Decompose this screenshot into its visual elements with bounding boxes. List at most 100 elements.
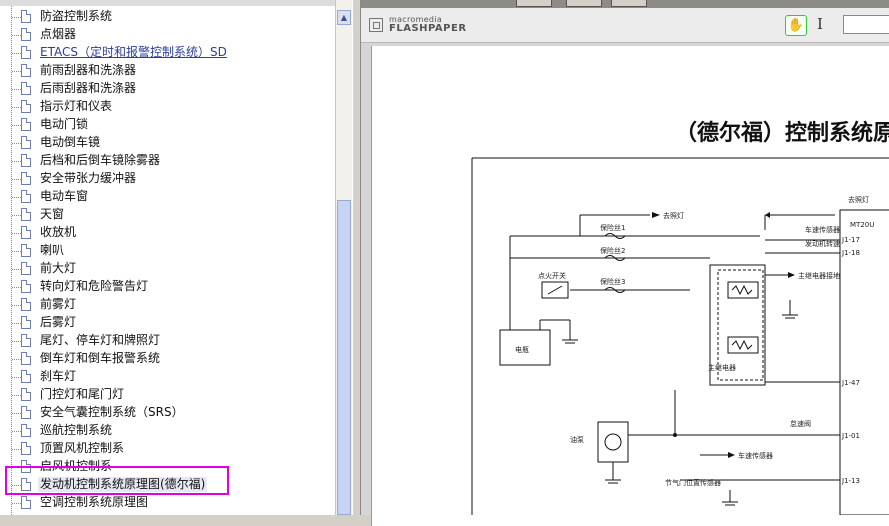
tree-item[interactable]: 尾灯、停车灯和牌照灯	[0, 332, 335, 350]
speed-out-label: 车速传感器	[738, 451, 773, 460]
fuse2-label: 保险丝2	[600, 246, 625, 255]
flashpaper-logo-icon	[369, 18, 383, 32]
tree-item[interactable]: 喇叭	[0, 242, 335, 260]
document-icon	[21, 172, 31, 185]
sensor-label: 节气门位置传感器	[665, 478, 721, 487]
document-icon	[21, 10, 31, 23]
tree-item-label[interactable]: 防盗控制系统	[40, 9, 112, 24]
tree-connector	[12, 107, 21, 108]
tree-item-label[interactable]: 门控灯和尾门灯	[40, 387, 124, 402]
document-icon	[21, 100, 31, 113]
top-button-1[interactable]	[516, 0, 552, 7]
tree-connector	[12, 449, 21, 450]
tree-item-label[interactable]: 前大灯	[40, 261, 76, 276]
tree-item[interactable]: 点烟器	[0, 26, 335, 44]
tree-item[interactable]: 倒车灯和倒车报警系统	[0, 350, 335, 368]
scrollbar-thumb[interactable]	[337, 200, 351, 515]
tree-item[interactable]: 电动车窗	[0, 188, 335, 206]
top-right-label: 去照灯	[848, 195, 869, 204]
search-input[interactable]	[843, 15, 889, 34]
tree-connector	[12, 287, 21, 288]
top-button-3[interactable]	[611, 0, 647, 7]
tree-item-label[interactable]: 倒车灯和倒车报警系统	[40, 351, 160, 366]
tree-item-label[interactable]: 天窗	[40, 207, 64, 222]
tree-item[interactable]: 顶置风机控制系	[0, 440, 335, 458]
document-icon	[21, 370, 31, 383]
tree-item-label[interactable]: 后档和后倒车镜除雾器	[40, 153, 160, 168]
fuse1-label: 保险丝1	[600, 223, 625, 232]
tree-connector	[12, 341, 21, 342]
ignition-label: 点火开关	[538, 271, 566, 280]
document-icon	[21, 316, 31, 329]
tree-item-label[interactable]: 巡航控制系统	[40, 423, 112, 438]
tree-connector	[12, 125, 21, 126]
fuel-pump-label: 油泵	[570, 435, 584, 444]
fuse3-label: 保险丝3	[600, 277, 625, 286]
tree-item-label[interactable]: 安全气囊控制系统（SRS）	[40, 405, 184, 420]
tree-item[interactable]: 巡航控制系统	[0, 422, 335, 440]
tree-item[interactable]: 转向灯和危险警告灯	[0, 278, 335, 296]
tree-item-label[interactable]: 空调控制系统原理图	[40, 495, 148, 510]
tree-item-label[interactable]: 电动车窗	[40, 189, 88, 204]
window-top-strip	[361, 0, 889, 8]
document-icon	[21, 64, 31, 77]
tree-item-label[interactable]: 指示灯和仪表	[40, 99, 112, 114]
tree-scrollbar[interactable]: ▲	[335, 0, 352, 515]
tree-item[interactable]: 门控灯和尾门灯	[0, 386, 335, 404]
tree-item-label[interactable]: 尾灯、停车灯和牌照灯	[40, 333, 160, 348]
pane-splitter[interactable]	[352, 0, 361, 515]
tree-item[interactable]: 后雾灯	[0, 314, 335, 332]
document-icon	[21, 298, 31, 311]
tree-item[interactable]: 安全带张力缓冲器	[0, 170, 335, 188]
document-icon	[21, 262, 31, 275]
tree-item-label[interactable]: 喇叭	[40, 243, 64, 258]
tree-item[interactable]: 电动倒车镜	[0, 134, 335, 152]
document-icon	[21, 82, 31, 95]
tree-item[interactable]: 前雨刮器和洗涤器	[0, 62, 335, 80]
selection-highlight-box	[5, 466, 229, 495]
tree-item[interactable]: 前大灯	[0, 260, 335, 278]
top-button-2[interactable]	[566, 0, 602, 7]
tree-item-label[interactable]: 安全带张力缓冲器	[40, 171, 136, 186]
tree-item-label[interactable]: 点烟器	[40, 27, 76, 42]
tree-item-label[interactable]: 电动倒车镜	[40, 135, 100, 150]
tree-connector	[12, 215, 21, 216]
tree-connector	[12, 53, 21, 54]
tree-item-label[interactable]: 顶置风机控制系	[40, 441, 124, 456]
viewer-toolbar: macromedia FLASHPAPER ✋ I	[361, 8, 889, 43]
tree-item-label[interactable]: 前雨刮器和洗涤器	[40, 63, 136, 78]
tree-item[interactable]: 指示灯和仪表	[0, 98, 335, 116]
document-icon	[21, 244, 31, 257]
tree-item-label[interactable]: 刹车灯	[40, 369, 76, 384]
tree-item[interactable]: 电动门锁	[0, 116, 335, 134]
tree-top-strip	[0, 0, 335, 6]
tree-item-label[interactable]: 后雾灯	[40, 315, 76, 330]
document-icon	[21, 118, 31, 131]
scroll-up-arrow-icon[interactable]: ▲	[337, 10, 351, 25]
tree-item-label[interactable]: 电动门锁	[40, 117, 88, 132]
tree-item-label[interactable]: 收放机	[40, 225, 76, 240]
tree-item[interactable]: 刹车灯	[0, 368, 335, 386]
tree-item[interactable]: 后雨刮器和洗涤器	[0, 80, 335, 98]
hand-icon[interactable]: ✋	[785, 15, 807, 36]
tree-item[interactable]: 空调控制系统原理图	[0, 494, 335, 512]
tree-connector	[12, 71, 21, 72]
text-select-icon[interactable]: I	[817, 15, 823, 33]
tree-item-label[interactable]: 后雨刮器和洗涤器	[40, 81, 136, 96]
tree-item[interactable]: 后档和后倒车镜除雾器	[0, 152, 335, 170]
document-icon	[21, 28, 31, 41]
tree-item[interactable]: 防盗控制系统	[0, 8, 335, 26]
tree-item[interactable]: 收放机	[0, 224, 335, 242]
tree-item-label[interactable]: ETACS（定时和报警控制系统）SD	[40, 45, 227, 60]
tree-item[interactable]: 天窗	[0, 206, 335, 224]
document-tree: 防盗控制系统 点烟器 ETACS（定时和报警控制系统）SD 前雨刮器和洗涤器 后雨刮器和…	[0, 0, 335, 515]
relay-label: 主继电器	[708, 363, 736, 372]
tree-connector	[12, 359, 21, 360]
tree-item[interactable]: 安全气囊控制系统（SRS）	[0, 404, 335, 422]
tree-item[interactable]: ETACS（定时和报警控制系统）SD	[0, 44, 335, 62]
speed-sensor-label: 车速传感器	[805, 225, 840, 234]
tree-item-label[interactable]: 转向灯和危险警告灯	[40, 279, 148, 294]
tree-item[interactable]: 前雾灯	[0, 296, 335, 314]
brand-flashpaper: FLASHPAPER	[389, 23, 467, 34]
tree-item-label[interactable]: 前雾灯	[40, 297, 76, 312]
